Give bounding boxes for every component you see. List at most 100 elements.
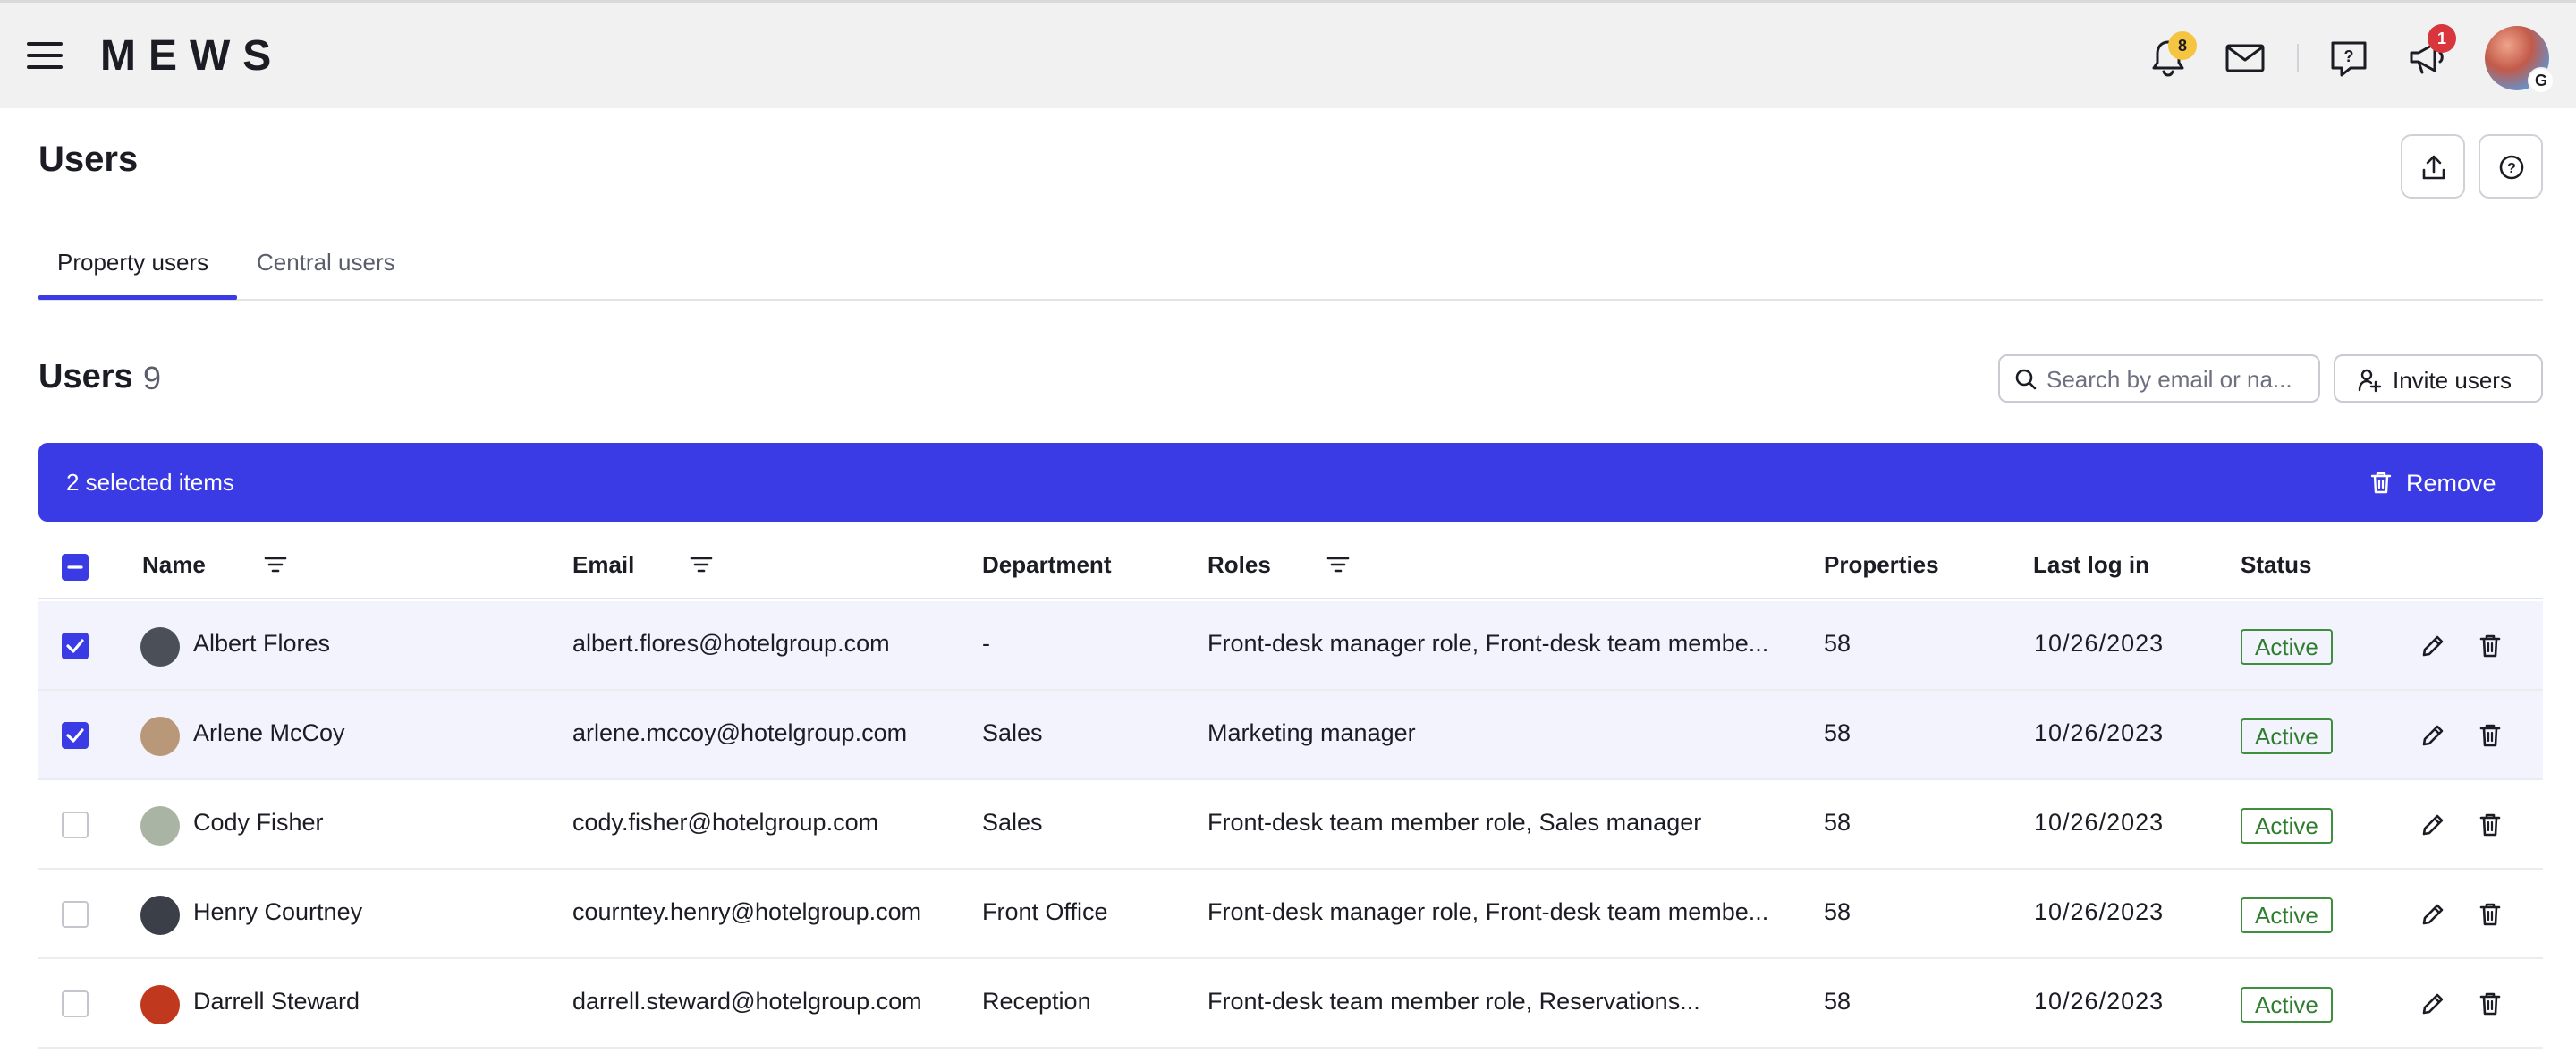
edit-icon (2422, 814, 2444, 836)
user-properties: 58 (1824, 630, 1852, 657)
column-last-log-in: Last log in (2033, 551, 2149, 578)
selected-count: 2 selected items (66, 469, 234, 496)
user-name[interactable]: Cody Fisher (193, 809, 324, 837)
notifications-badge: 8 (2168, 31, 2197, 60)
table-header: Name Email Department Roles Properties L… (38, 537, 2543, 599)
row-checkbox[interactable] (62, 812, 89, 838)
mews-logo[interactable]: MEWS (100, 33, 284, 80)
edit-user-button[interactable] (2417, 988, 2449, 1020)
name-filter-button[interactable] (260, 549, 291, 580)
user-name[interactable]: Albert Flores (193, 630, 330, 658)
user-avatar[interactable]: G (2485, 26, 2555, 94)
invite-users-button[interactable]: Invite users (2334, 354, 2543, 403)
edit-icon (2422, 993, 2444, 1015)
trash-icon (2479, 724, 2501, 747)
status-badge: Active (2241, 718, 2333, 754)
toolbar-divider (2297, 44, 2299, 72)
delete-user-button[interactable] (2474, 719, 2506, 752)
row-checkbox[interactable] (62, 990, 89, 1017)
row-checkbox[interactable] (62, 901, 89, 928)
user-department: Front Office (982, 898, 1108, 925)
user-properties: 58 (1824, 719, 1852, 746)
edit-user-button[interactable] (2417, 630, 2449, 662)
column-status: Status (2241, 551, 2312, 578)
mail-button[interactable] (2222, 35, 2268, 81)
trash-icon (2479, 992, 2501, 1016)
user-properties: 58 (1824, 809, 1852, 836)
user-department: Sales (982, 719, 1043, 746)
export-button[interactable] (2401, 134, 2465, 199)
table-row[interactable]: Arlene McCoy arlene.mccoy@hotelgroup.com S… (38, 691, 2543, 780)
user-roles: Front-desk manager role, Front-desk team… (1208, 630, 1769, 657)
mail-icon (2225, 44, 2265, 72)
user-avatar (140, 806, 180, 846)
remove-label: Remove (2406, 470, 2496, 497)
user-roles: Front-desk team member role, Sales manag… (1208, 809, 1702, 836)
edit-icon (2422, 904, 2444, 925)
table-row[interactable]: Albert Flores albert.flores@hotelgroup.co… (38, 601, 2543, 691)
edit-user-button[interactable] (2417, 898, 2449, 931)
column-properties: Properties (1824, 551, 1939, 578)
select-all-checkbox[interactable] (62, 554, 89, 581)
notifications-button[interactable]: 8 (2145, 31, 2197, 81)
edit-icon (2422, 635, 2444, 657)
top-bar: MEWS 8 ? 1 G (0, 0, 2576, 108)
tab-central-users[interactable]: Central users (257, 249, 395, 301)
delete-user-button[interactable] (2474, 630, 2506, 662)
roles-filter-button[interactable] (1323, 549, 1353, 580)
help-chat-icon: ? (2331, 41, 2367, 77)
search-input[interactable] (2046, 363, 2311, 395)
remove-button[interactable]: Remove (2368, 459, 2521, 506)
user-roles: Marketing manager (1208, 719, 1416, 746)
column-roles: Roles (1208, 551, 1271, 578)
user-email: albert.flores@hotelgroup.com (572, 630, 890, 657)
page-title: Users (38, 140, 139, 179)
search-field[interactable] (1998, 354, 2320, 403)
user-last-log-in: 10/26/2023 (2034, 809, 2165, 836)
user-avatar (140, 717, 180, 756)
user-name[interactable]: Henry Courtney (193, 898, 362, 926)
tab-property-users[interactable]: Property users (57, 249, 208, 301)
checkmark-icon (66, 728, 84, 743)
edit-user-button[interactable] (2417, 809, 2449, 841)
svg-text:?: ? (2344, 47, 2354, 65)
user-properties: 58 (1824, 898, 1852, 925)
user-email: cody.fisher@hotelgroup.com (572, 809, 879, 836)
user-last-log-in: 10/26/2023 (2034, 988, 2165, 1015)
announcements-button[interactable]: 1 (2404, 24, 2456, 81)
trash-icon (2479, 634, 2501, 658)
user-name[interactable]: Arlene McCoy (193, 719, 345, 747)
section-title: Users (38, 358, 133, 395)
row-checkbox[interactable] (62, 722, 89, 749)
delete-user-button[interactable] (2474, 988, 2506, 1020)
table-row[interactable]: Cody Fisher cody.fisher@hotelgroup.com Sal… (38, 780, 2543, 870)
delete-user-button[interactable] (2474, 809, 2506, 841)
user-last-log-in: 10/26/2023 (2034, 898, 2165, 925)
user-last-log-in: 10/26/2023 (2034, 630, 2165, 657)
edit-icon (2422, 725, 2444, 746)
user-avatar (140, 896, 180, 935)
user-avatar (140, 985, 180, 1024)
table-row[interactable]: Henry Courtney courntey.henry@hotelgroup.… (38, 870, 2543, 959)
filter-icon (264, 557, 287, 573)
table-row[interactable]: Darrell Steward darrell.steward@hotelgrou… (38, 959, 2543, 1049)
checkmark-icon (66, 639, 84, 653)
user-roles: Front-desk team member role, Reservation… (1208, 988, 1700, 1015)
help-chat-button[interactable]: ? (2326, 35, 2372, 81)
user-email: courntey.henry@hotelgroup.com (572, 898, 922, 925)
user-name[interactable]: Darrell Steward (193, 988, 360, 1016)
status-badge: Active (2241, 629, 2333, 665)
export-icon (2422, 155, 2445, 180)
row-checkbox[interactable] (62, 633, 89, 659)
selection-bar: 2 selected items Remove (38, 443, 2543, 522)
user-last-log-in: 10/26/2023 (2034, 719, 2165, 746)
indeterminate-checkbox-icon (67, 565, 83, 569)
help-button[interactable]: ? (2479, 134, 2543, 199)
email-filter-button[interactable] (686, 549, 716, 580)
delete-user-button[interactable] (2474, 898, 2506, 931)
user-email: darrell.steward@hotelgroup.com (572, 988, 922, 1015)
user-email: arlene.mccoy@hotelgroup.com (572, 719, 908, 746)
user-avatar (140, 627, 180, 667)
menu-icon[interactable] (27, 42, 63, 69)
edit-user-button[interactable] (2417, 719, 2449, 752)
